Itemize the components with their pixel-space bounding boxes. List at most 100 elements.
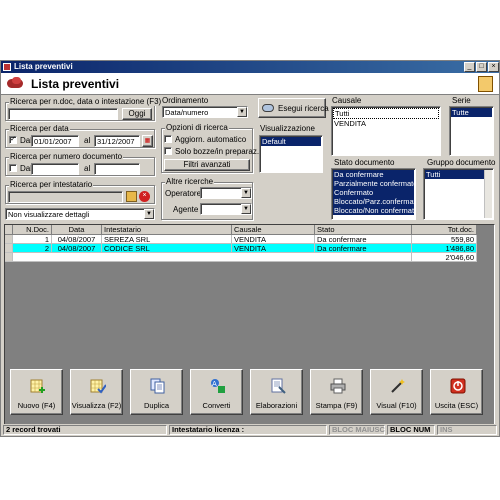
sort-label: Ordinamento: [162, 96, 209, 105]
date-to-label: al: [84, 136, 91, 145]
new-document-icon: [30, 379, 45, 393]
convert-button-label: Converti: [202, 401, 231, 410]
cell-causale: VENDITA: [232, 244, 315, 253]
column-header[interactable]: Data: [52, 225, 102, 235]
status-bar: 2 record trovati Intestatario licenza : …: [1, 424, 499, 436]
duplicate-icon: [150, 378, 165, 394]
view-button[interactable]: Visualizza (F2): [70, 369, 123, 415]
agent-select[interactable]: ▼: [200, 203, 252, 215]
main-window: Lista preventivi _ □ × Lista preventivi …: [0, 60, 500, 437]
cell-empty: [13, 253, 412, 262]
cell-status: Da confermare: [315, 244, 412, 253]
print-button[interactable]: Stampa (F9): [310, 369, 363, 415]
list-item[interactable]: Bloccato/Parz.confermato: [333, 197, 415, 206]
operator-select[interactable]: ▼: [200, 187, 252, 199]
table-row[interactable]: 1 04/08/2007 SEREZA SRL VENDITA Da confe…: [5, 235, 477, 244]
column-header[interactable]: Tot.doc.: [412, 225, 477, 235]
close-button[interactable]: ×: [488, 62, 499, 72]
row-selector[interactable]: [5, 235, 13, 244]
row-selector: [5, 253, 13, 262]
exit-button-label: Uscita (ESC): [434, 401, 479, 410]
group-doc-label: Gruppo documento: [427, 158, 496, 167]
holder-search-input[interactable]: [8, 191, 123, 203]
cell-date: 04/08/2007: [52, 244, 102, 253]
number-to-input[interactable]: [94, 163, 140, 175]
list-item[interactable]: Bloccato/Non confermato: [333, 206, 415, 215]
serie-list[interactable]: Tutte: [449, 106, 494, 156]
execute-search-button[interactable]: Esegui ricerca: [258, 98, 329, 118]
list-item[interactable]: Parzialmente confermato: [333, 179, 415, 188]
list-item[interactable]: VENDITA: [333, 119, 439, 128]
number-from-input[interactable]: [31, 163, 79, 175]
processing-button[interactable]: Elaborazioni: [250, 369, 303, 415]
cell-holder: SEREZA SRL: [102, 235, 232, 244]
execute-search-label: Esegui ricerca: [278, 104, 329, 113]
scrollbar[interactable]: [484, 170, 492, 218]
exit-button[interactable]: Uscita (ESC): [430, 369, 483, 415]
records-count: 2 record trovati: [3, 425, 167, 435]
new-button-label: Nuovo (F4): [17, 401, 56, 410]
number-from-checkbox[interactable]: [9, 164, 17, 172]
binoculars-icon: [262, 104, 274, 112]
date-from-checkbox[interactable]: ✓: [9, 136, 17, 144]
visual-button[interactable]: Visual (F10): [370, 369, 423, 415]
row-selector[interactable]: [5, 244, 13, 253]
list-item[interactable]: Default: [261, 137, 321, 146]
number-search-label: Ricerca per numero documento: [9, 152, 124, 161]
view-document-icon: [90, 379, 106, 394]
drafts-only-checkbox[interactable]: [164, 147, 172, 155]
column-header[interactable]: Stato: [315, 225, 412, 235]
other-search-label: Altre ricerche: [165, 177, 215, 186]
view-list[interactable]: Default: [259, 135, 323, 173]
magic-wand-icon: [391, 379, 405, 393]
num-lock-indicator: BLOC NUM: [387, 425, 435, 435]
list-item[interactable]: Tutti: [333, 108, 439, 119]
clear-icon[interactable]: ×: [139, 191, 150, 202]
table-row[interactable]: 2 04/08/2007 CODICE SRL VENDITA Da confe…: [5, 244, 477, 253]
window-title: Lista preventivi: [14, 62, 73, 71]
column-header[interactable]: Causale: [232, 225, 315, 235]
license-holder: Intestatario licenza :: [169, 425, 327, 435]
folder-icon[interactable]: [126, 191, 137, 202]
row-header-corner: [5, 225, 13, 235]
text-search-group: Ricerca per n.doc, data o intestazione (…: [5, 97, 163, 121]
cell-total: 1'486,80: [412, 244, 477, 253]
view-button-label: Visualizza (F2): [71, 401, 122, 410]
sort-select[interactable]: Data/numero ▼: [162, 106, 248, 118]
processing-button-label: Elaborazioni: [255, 401, 298, 410]
column-header[interactable]: N.Doc.: [13, 225, 52, 235]
chevron-down-icon: ▼: [144, 209, 154, 219]
date-from-input[interactable]: 01/01/2007: [31, 135, 79, 147]
convert-button[interactable]: A Converti: [190, 369, 243, 415]
minimize-button[interactable]: _: [464, 62, 475, 72]
other-search-group: Altre ricerche Operatore : ▼ Agente : ▼: [161, 177, 253, 220]
maximize-button[interactable]: □: [476, 62, 487, 72]
cell-grand-total: 2'046,60: [412, 253, 477, 262]
date-to-input[interactable]: 31/12/2007: [94, 135, 140, 147]
group-doc-list[interactable]: Tutti: [423, 168, 494, 220]
duplicate-button[interactable]: Duplica: [130, 369, 183, 415]
column-header[interactable]: Intestatario: [102, 225, 232, 235]
details-select[interactable]: Non visualizzare dettagli ▼: [5, 208, 155, 220]
details-select-value: Non visualizzare dettagli: [8, 210, 90, 219]
app-icon: [3, 63, 11, 71]
cell-ndoc: 2: [13, 244, 52, 253]
new-button[interactable]: Nuovo (F4): [10, 369, 63, 415]
number-search-group: Ricerca per numero documento Dal al: [5, 152, 155, 176]
advanced-filters-button[interactable]: Filtri avanzati: [164, 159, 250, 171]
list-item[interactable]: Da confermare: [333, 170, 414, 179]
text-search-input[interactable]: [8, 108, 118, 120]
calendar-icon[interactable]: ▦: [142, 135, 153, 147]
status-doc-list[interactable]: Da confermare Parzialmente confermato Co…: [331, 168, 416, 220]
list-item[interactable]: Tutte: [451, 108, 492, 117]
cell-holder: CODICE SRL: [102, 244, 232, 253]
list-item[interactable]: Tutti: [425, 170, 492, 179]
exit-icon: [450, 378, 466, 394]
list-item[interactable]: Confermato: [333, 188, 414, 197]
auto-refresh-checkbox[interactable]: [164, 135, 172, 143]
today-button[interactable]: Oggi: [122, 108, 152, 120]
user-icon[interactable]: [478, 76, 493, 92]
logo-icon-part: [12, 77, 21, 84]
number-to-label: al: [84, 164, 91, 173]
causale-list[interactable]: Tutti VENDITA: [331, 106, 441, 156]
